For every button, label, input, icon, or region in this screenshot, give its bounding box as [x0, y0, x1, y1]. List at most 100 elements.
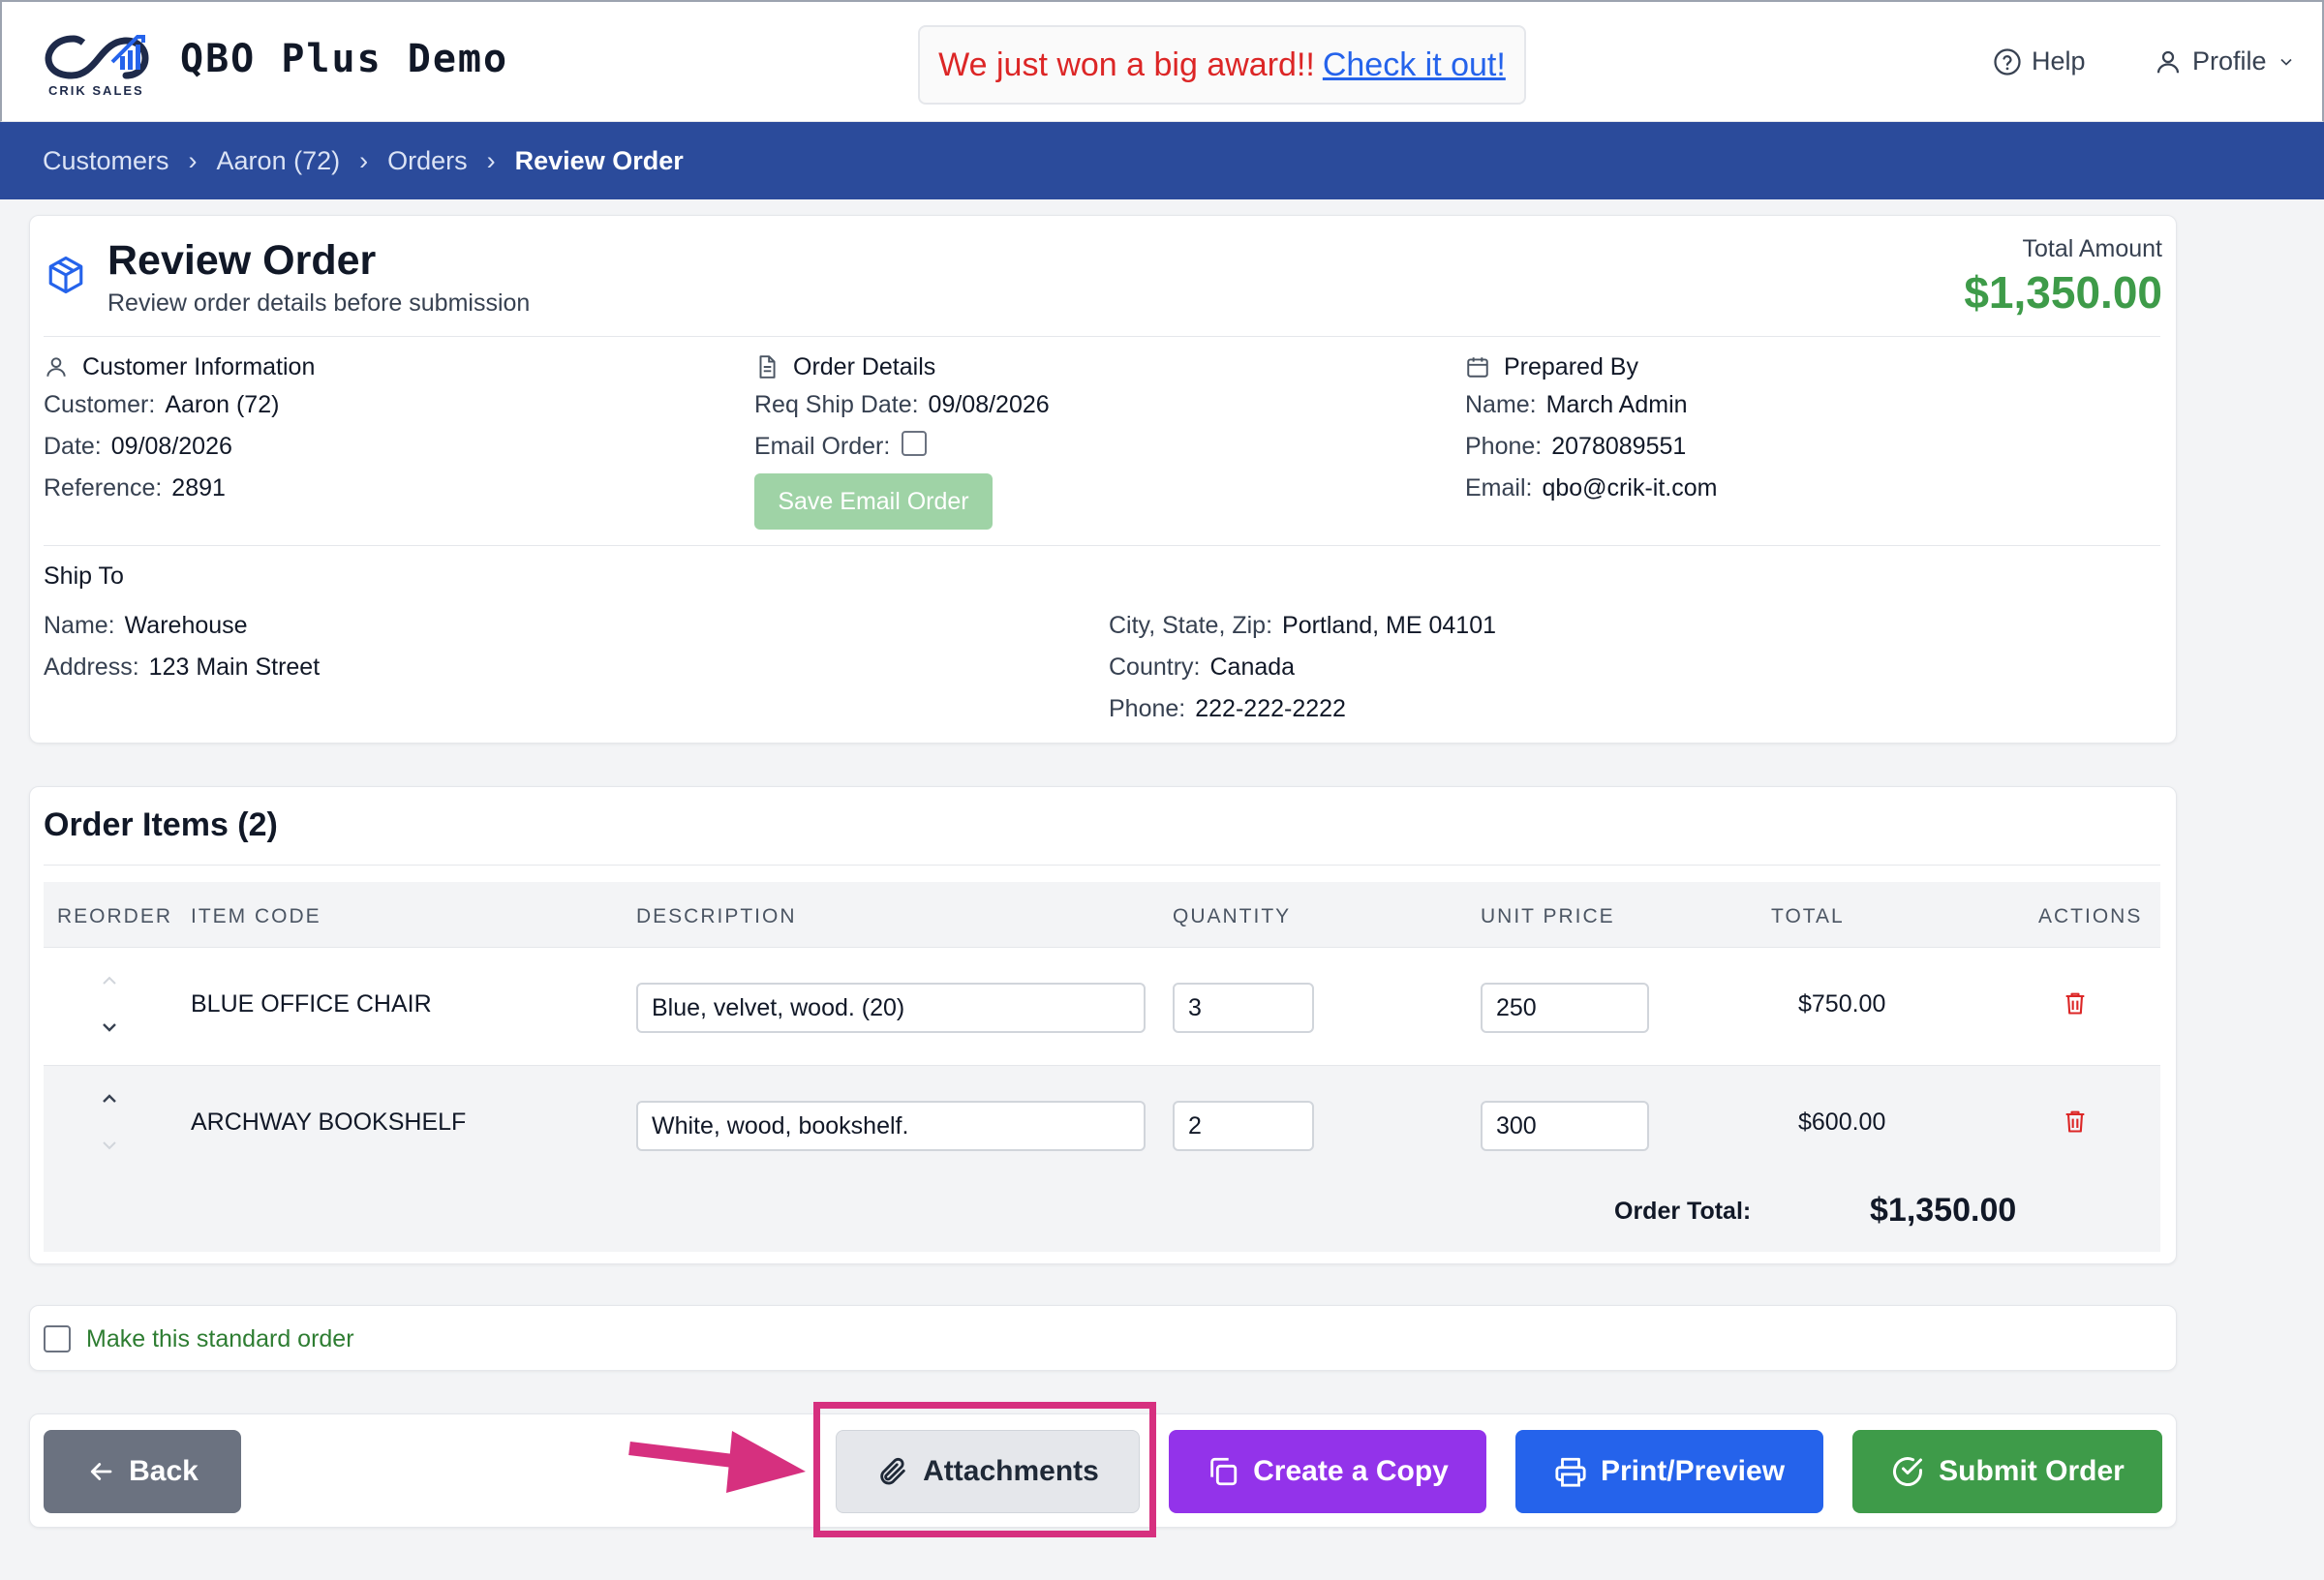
unit-price-input[interactable]: 250: [1481, 983, 1649, 1033]
breadcrumb-customer[interactable]: Aaron (72): [217, 146, 341, 176]
prepared-by: Prepared By Name: March Admin Phone: 20780…: [1465, 349, 1717, 509]
ship-to-heading: Ship To: [44, 562, 124, 590]
standard-order-checkbox[interactable]: [44, 1325, 71, 1352]
email-order-checkbox[interactable]: [902, 431, 928, 456]
col-description: DESCRIPTION: [636, 905, 797, 927]
standard-order-label[interactable]: Make this standard order: [86, 1325, 354, 1353]
ship-city-value: Portland, ME 04101: [1282, 612, 1497, 639]
submit-order-button[interactable]: Submit Order: [1852, 1430, 2162, 1513]
check-circle-icon: [1893, 1457, 1923, 1486]
email-order-row: Email Order:: [754, 426, 1050, 468]
preparer-email-value: qbo@crik-it.com: [1542, 474, 1718, 501]
col-total: TOTAL: [1771, 905, 1845, 927]
document-icon: [759, 355, 776, 379]
quantity-input[interactable]: 3: [1173, 983, 1314, 1033]
move-down-icon[interactable]: [98, 1018, 121, 1037]
annotation-highlight-box: [813, 1402, 1156, 1537]
ship-city-label: City, State, Zip:: [1109, 612, 1273, 639]
prepared-by-title: Prepared By: [1504, 352, 1638, 380]
table-header: REORDER ITEM CODE DESCRIPTION QUANTITY U…: [44, 882, 2160, 948]
print-preview-label: Print/Preview: [1600, 1455, 1786, 1487]
annotation-arrow-icon: [628, 1431, 806, 1493]
breadcrumb-current: Review Order: [514, 145, 684, 175]
copy-icon: [1210, 1457, 1238, 1486]
back-button[interactable]: Back: [44, 1430, 241, 1513]
ship-address-label: Address:: [44, 653, 139, 681]
date-label: Date:: [44, 433, 102, 460]
order-total-label: Order Total:: [1614, 1198, 1752, 1225]
review-order-card: Review Order Review order details before…: [29, 215, 2177, 744]
arrow-left-icon: [91, 1463, 112, 1480]
reference-row: Reference: 2891: [44, 468, 315, 509]
preparer-phone-value: 2078089551: [1551, 433, 1687, 460]
ship-phone-row: Phone: 222-222-2222: [1109, 688, 1496, 730]
preparer-name-label: Name:: [1465, 391, 1537, 418]
move-up-icon[interactable]: [98, 1089, 121, 1109]
description-input[interactable]: White, wood, bookshelf.: [636, 1101, 1146, 1151]
divider: [44, 545, 2160, 546]
help-link[interactable]: Help: [1993, 46, 2086, 76]
col-actions: ACTIONS: [2038, 905, 2143, 927]
banner-link[interactable]: Check it out!: [1323, 46, 1506, 84]
row-total: $600.00: [1798, 1109, 1886, 1136]
ship-date-row: Req Ship Date: 09/08/2026: [754, 384, 1050, 426]
breadcrumb-separator: ›: [486, 145, 496, 175]
ship-date-value: 09/08/2026: [928, 391, 1050, 418]
help-label: Help: [2032, 46, 2086, 76]
ship-city-row: City, State, Zip: Portland, ME 04101: [1109, 605, 1496, 647]
col-reorder: REORDER: [57, 905, 173, 927]
ship-date-label: Req Ship Date:: [754, 391, 919, 418]
trash-icon[interactable]: [2062, 1107, 2089, 1136]
chevron-down-icon: [2279, 58, 2292, 66]
move-down-icon[interactable]: [98, 1136, 121, 1155]
crik-sales-logo[interactable]: CRIK SALES: [45, 29, 153, 99]
total-amount-value: $1,350.00: [1964, 267, 2162, 318]
order-details-title: Order Details: [793, 352, 936, 380]
user-icon: [2156, 50, 2180, 73]
breadcrumb-orders[interactable]: Orders: [387, 146, 468, 176]
customer-value: Aaron (72): [165, 391, 280, 418]
date-row: Date: 09/08/2026: [44, 426, 315, 468]
col-quantity: QUANTITY: [1173, 905, 1292, 927]
quantity-input[interactable]: 2: [1173, 1101, 1314, 1151]
ship-name-row: Name: Warehouse: [44, 605, 320, 647]
back-label: Back: [129, 1455, 199, 1487]
print-preview-button[interactable]: Print/Preview: [1515, 1430, 1823, 1513]
award-banner: We just won a big award!! Check it out!: [918, 25, 1526, 105]
trash-icon[interactable]: [2062, 988, 2089, 1018]
package-icon: [48, 256, 83, 294]
table-row: BLUE OFFICE CHAIR Blue, velvet, wood. (2…: [44, 948, 2160, 1066]
description-input[interactable]: Blue, velvet, wood. (20): [636, 983, 1146, 1033]
app-title: QBO Plus Demo: [180, 37, 509, 81]
help-circle-icon: [1994, 47, 2021, 76]
move-up-icon[interactable]: [98, 971, 121, 990]
order-items-title: Order Items (2): [44, 806, 278, 843]
breadcrumb-customers[interactable]: Customers: [43, 146, 169, 176]
item-code: BLUE OFFICE CHAIR: [191, 990, 432, 1018]
order-items-card: Order Items (2) REORDER ITEM CODE DESCRI…: [29, 786, 2177, 1264]
ship-phone-value: 222-222-2222: [1195, 695, 1346, 722]
ship-name-label: Name:: [44, 612, 115, 639]
create-copy-button[interactable]: Create a Copy: [1169, 1430, 1486, 1513]
profile-menu[interactable]: Profile: [2154, 46, 2296, 76]
order-details-heading: Order Details: [754, 349, 1050, 384]
total-amount-label: Total Amount: [2022, 235, 2162, 262]
preparer-phone-row: Phone: 2078089551: [1465, 426, 1717, 468]
printer-icon: [1555, 1457, 1586, 1487]
reference-value: 2891: [171, 474, 226, 501]
item-code: ARCHWAY BOOKSHELF: [191, 1109, 467, 1136]
preparer-email-row: Email: qbo@crik-it.com: [1465, 468, 1717, 509]
breadcrumb-separator: ›: [359, 145, 369, 175]
prepared-by-heading: Prepared By: [1465, 349, 1717, 384]
ship-address-row: Address: 123 Main Street: [44, 647, 320, 688]
ship-to-left: Name: Warehouse Address: 123 Main Street: [44, 605, 320, 688]
col-unit-price: UNIT PRICE: [1481, 905, 1615, 927]
logo-icon: CRIK SALES: [45, 35, 149, 98]
user-icon: [46, 357, 66, 377]
unit-price-input[interactable]: 300: [1481, 1101, 1649, 1151]
save-email-order-button[interactable]: Save Email Order: [754, 473, 993, 530]
row-total: $750.00: [1798, 990, 1886, 1018]
top-header: CRIK SALES QBO Plus Demo We just won a b…: [0, 0, 2324, 122]
banner-message: We just won a big award!!: [938, 46, 1315, 83]
email-order-label: Email Order:: [754, 433, 891, 460]
